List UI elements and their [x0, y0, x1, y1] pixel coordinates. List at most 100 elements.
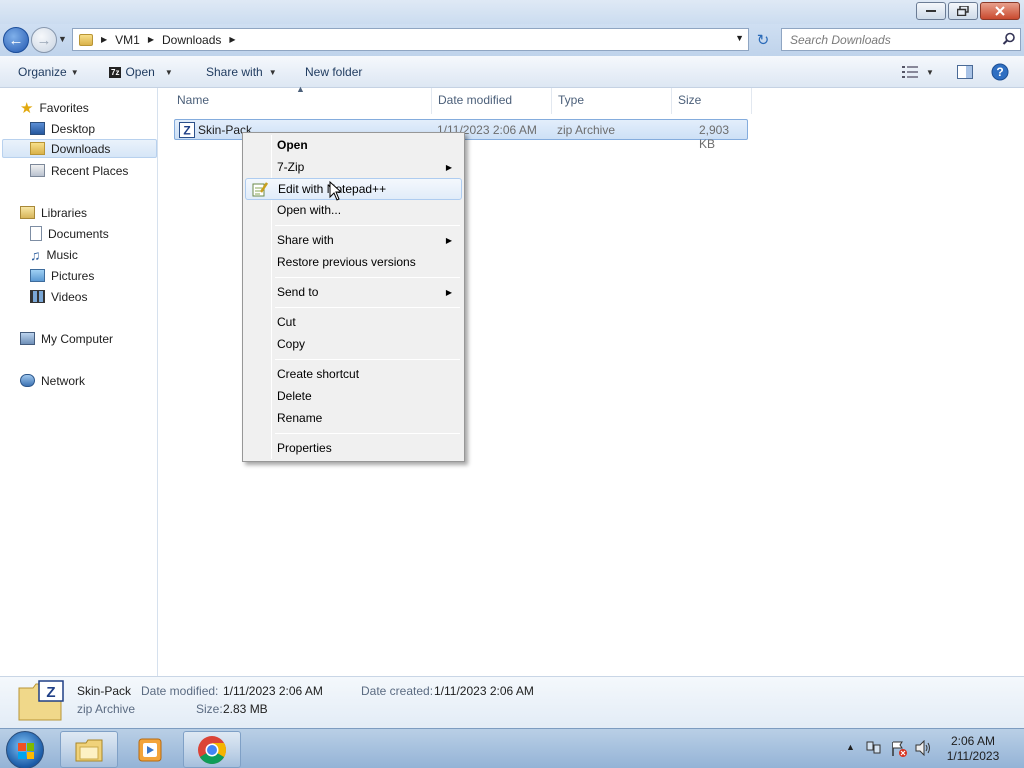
help-icon: ? [991, 63, 1009, 81]
address-bar[interactable]: ▶ VM1 ▶ Downloads ▶ ▼ [72, 28, 749, 51]
videos-icon [30, 290, 45, 303]
address-dropdown-icon[interactable]: ▼ [735, 33, 744, 43]
chevron-right-icon[interactable]: ▶ [148, 35, 154, 44]
menu-item-label: Delete [277, 389, 312, 403]
breadcrumb-downloads[interactable]: Downloads [162, 33, 221, 47]
nav-downloads[interactable]: Downloads [2, 139, 157, 158]
refresh-icon: ↻ [756, 31, 770, 49]
system-clock[interactable]: 2:06 AM 1/11/2023 [938, 734, 1008, 764]
search-icon[interactable] [1002, 32, 1016, 46]
taskbar-chrome[interactable] [183, 731, 241, 768]
search-placeholder: Search Downloads [790, 32, 891, 47]
help-button[interactable]: ? [989, 62, 1011, 82]
column-divider[interactable] [431, 88, 432, 114]
chevron-down-icon: ▼ [268, 67, 277, 77]
details-date-modified: 1/11/2023 2:06 AM [223, 684, 323, 698]
menu-item-send-to[interactable]: Send to ▶ [245, 281, 462, 303]
maximize-button[interactable] [948, 2, 978, 20]
menu-separator [275, 433, 460, 434]
show-hidden-icons-button[interactable]: ▲ [846, 742, 855, 752]
recent-pages-dropdown[interactable]: ▼ [58, 34, 67, 44]
view-dropdown[interactable]: ▼ [922, 62, 938, 82]
menu-item-cut[interactable]: Cut [245, 311, 462, 333]
forward-button[interactable]: → [31, 27, 57, 53]
minimize-button[interactable] [916, 2, 946, 20]
menu-item-properties[interactable]: Properties [245, 437, 462, 459]
menu-separator [275, 277, 460, 278]
organize-label: Organize [18, 65, 67, 79]
forward-arrow-icon: → [36, 31, 52, 49]
svg-text:?: ? [996, 65, 1003, 79]
column-header-date-modified[interactable]: Date modified [438, 93, 512, 107]
details-date-modified-label: Date modified: [141, 684, 219, 698]
nav-videos-label: Videos [51, 289, 88, 304]
taskbar-windows-explorer[interactable] [60, 731, 118, 768]
column-header-name[interactable]: Name [177, 93, 209, 107]
recent-places-icon [30, 164, 45, 177]
submenu-arrow-icon: ▶ [445, 287, 452, 297]
column-divider[interactable] [671, 88, 672, 114]
nav-videos[interactable]: Videos [30, 287, 87, 306]
chevron-right-icon[interactable]: ▶ [101, 35, 107, 44]
breadcrumb-vm1[interactable]: VM1 [115, 33, 140, 47]
menu-item-label: Restore previous versions [277, 255, 416, 269]
submenu-arrow-icon: ▶ [445, 162, 452, 172]
refresh-button[interactable]: ↻ [752, 28, 774, 51]
context-menu: Open 7-Zip ▶ Edit with Notepad++ Open wit… [242, 132, 465, 462]
menu-item-restore-previous-versions[interactable]: Restore previous versions [245, 251, 462, 273]
menu-item-open[interactable]: Open [245, 134, 462, 156]
file-type: zip Archive [557, 123, 616, 137]
column-divider[interactable] [551, 88, 552, 114]
network-tray-icon[interactable] [866, 740, 882, 756]
change-view-button[interactable] [899, 62, 921, 82]
nav-recent-places[interactable]: Recent Places [30, 161, 128, 180]
chevron-right-icon[interactable]: ▶ [229, 35, 235, 44]
nav-music[interactable]: ♫ Music [30, 245, 78, 264]
svg-text:Z: Z [46, 684, 55, 701]
zip-archive-large-icon: Z [18, 680, 64, 721]
nav-pictures[interactable]: Pictures [30, 266, 94, 285]
nav-libraries-label: Libraries [41, 205, 88, 220]
nav-network-label: Network [41, 373, 86, 388]
notepad-plus-plus-icon [252, 182, 268, 197]
nav-documents[interactable]: Documents [30, 224, 109, 243]
column-divider[interactable] [751, 88, 752, 114]
menu-item-copy[interactable]: Copy [245, 333, 462, 355]
column-header-type[interactable]: Type [558, 93, 584, 107]
nav-my-computer-label: My Computer [41, 331, 114, 346]
menu-item-delete[interactable]: Delete [245, 385, 462, 407]
menu-item-open-with[interactable]: Open with... [245, 199, 462, 221]
action-center-flag-icon[interactable] [890, 740, 908, 758]
organize-button[interactable]: Organize ▼ [18, 65, 79, 79]
column-header-size[interactable]: Size [678, 93, 701, 107]
menu-item-rename[interactable]: Rename [245, 407, 462, 429]
nav-my-computer[interactable]: My Computer [20, 329, 113, 348]
menu-item-label: Properties [277, 441, 332, 455]
preview-pane-button[interactable] [954, 62, 976, 82]
nav-desktop[interactable]: Desktop [30, 119, 95, 138]
start-button[interactable] [6, 731, 44, 768]
nav-libraries[interactable]: Libraries [20, 203, 87, 222]
nav-favorites[interactable]: ★ Favorites [20, 98, 89, 117]
menu-item-create-shortcut[interactable]: Create shortcut [245, 363, 462, 385]
chevron-down-icon: ▼ [926, 67, 934, 77]
taskbar-media-player[interactable] [121, 731, 179, 768]
mouse-cursor-icon [329, 181, 343, 201]
menu-separator [275, 225, 460, 226]
menu-separator [275, 359, 460, 360]
details-date-created-label: Date created: [361, 684, 434, 698]
close-button[interactable] [980, 2, 1020, 20]
clock-date: 1/11/2023 [946, 749, 1000, 763]
nav-network[interactable]: Network [20, 371, 85, 390]
volume-icon[interactable] [914, 740, 932, 756]
back-button[interactable]: ← [3, 27, 29, 53]
back-arrow-icon: ← [8, 31, 24, 49]
menu-item-7zip[interactable]: 7-Zip ▶ [245, 156, 462, 178]
menu-item-edit-with-notepad[interactable]: Edit with Notepad++ [245, 178, 462, 200]
share-with-button[interactable]: Share with ▼ [206, 65, 277, 79]
open-button[interactable]: 7z Open ▼ [109, 65, 173, 79]
new-folder-button[interactable]: New folder [305, 65, 362, 79]
search-input[interactable]: Search Downloads [781, 28, 1021, 51]
chevron-down-icon: ▼ [164, 67, 173, 77]
menu-item-share-with[interactable]: Share with ▶ [245, 229, 462, 251]
